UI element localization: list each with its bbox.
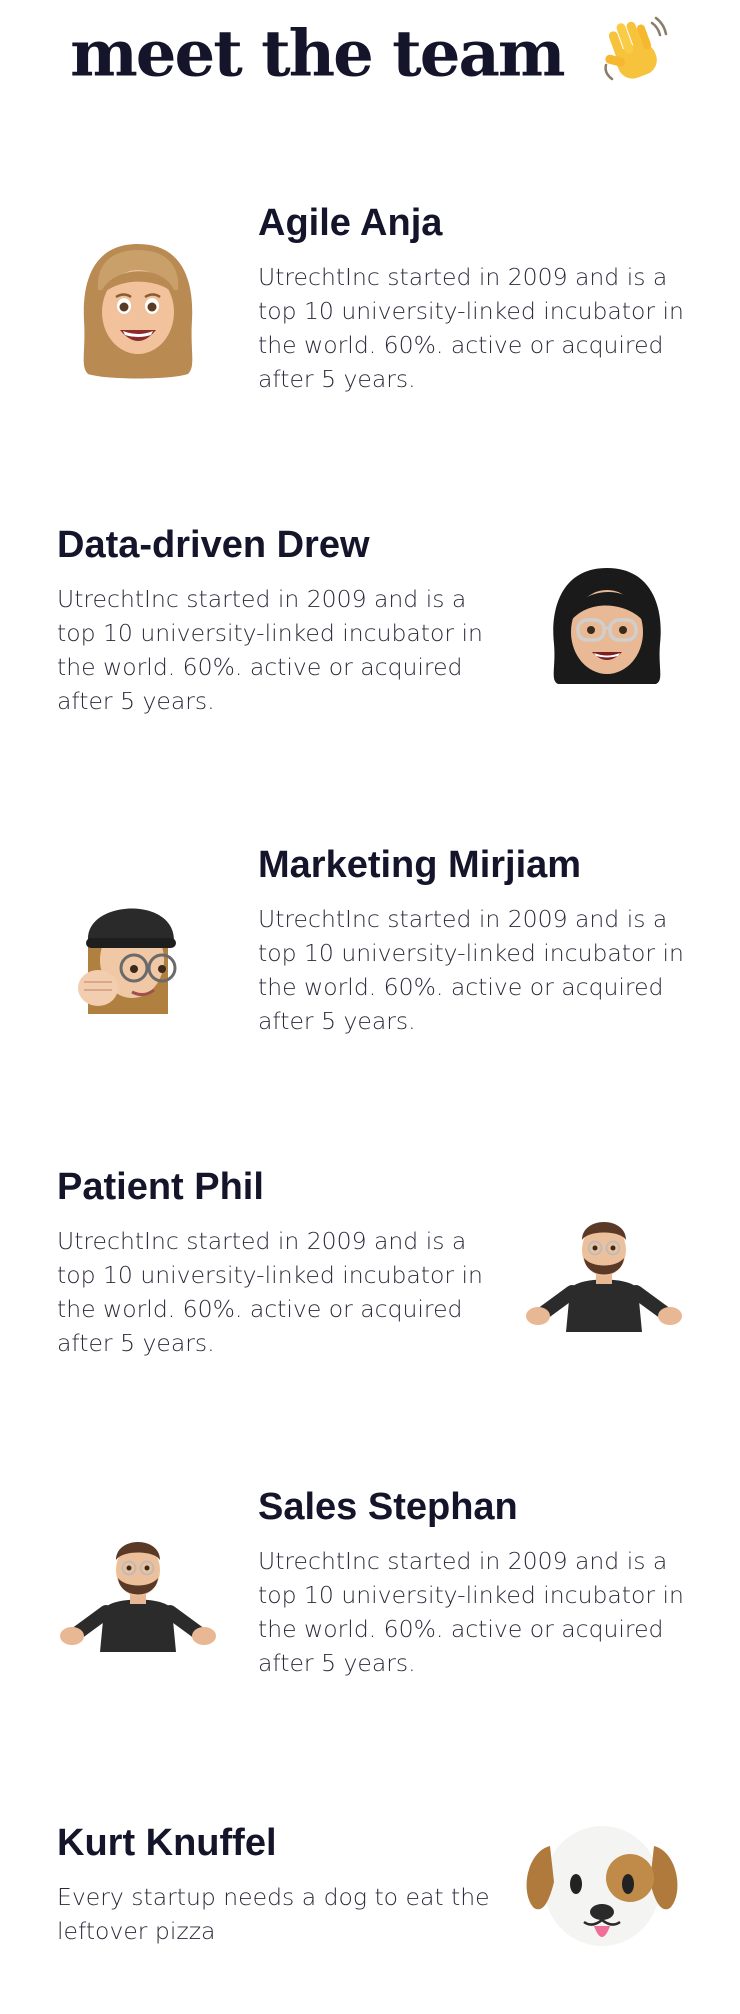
member-bio: UtrechtInc started in 2009 and is a top … (258, 905, 684, 1035)
team-member-card: Sales Stephan UtrechtInc started in 2009… (0, 1484, 740, 1704)
member-bio: Every startup needs a dog to eat the lef… (57, 1883, 490, 1945)
waving-hand-icon (604, 16, 668, 80)
member-name: Sales Stephan (258, 1486, 518, 1528)
memoji-mirjiam-icon (78, 908, 177, 1014)
member-name: Agile Anja (258, 202, 443, 244)
member-bio: UtrechtInc started in 2009 and is a top … (258, 263, 684, 393)
memoji-stephan-icon (60, 1542, 216, 1652)
member-name: Kurt Knuffel (57, 1822, 277, 1864)
memoji-drew-icon (553, 568, 661, 684)
member-name: Patient Phil (57, 1166, 264, 1208)
member-bio: UtrechtInc started in 2009 and is a top … (258, 1547, 684, 1677)
member-name: Data-driven Drew (57, 524, 370, 566)
page-title-text: meet the team (70, 16, 566, 92)
memoji-anja-icon (83, 244, 193, 379)
dog-face-icon (526, 1826, 678, 1946)
member-name: Marketing Mirjiam (258, 844, 582, 886)
team-member-card: Data-driven Drew UtrechtInc started in 2… (0, 522, 740, 742)
team-member-card: Patient Phil UtrechtInc started in 2009 … (0, 1164, 740, 1384)
team-member-card: Kurt Knuffel Every startup needs a dog t… (0, 1820, 740, 2000)
memoji-phil-icon (526, 1222, 682, 1332)
team-member-card: Marketing Mirjiam UtrechtInc started in … (0, 842, 740, 1062)
page-title: meet the team (0, 8, 740, 97)
member-bio: UtrechtInc started in 2009 and is a top … (57, 1227, 483, 1357)
team-member-card: Agile Anja UtrechtInc started in 2009 an… (0, 200, 740, 420)
member-bio: UtrechtInc started in 2009 and is a top … (57, 585, 483, 715)
